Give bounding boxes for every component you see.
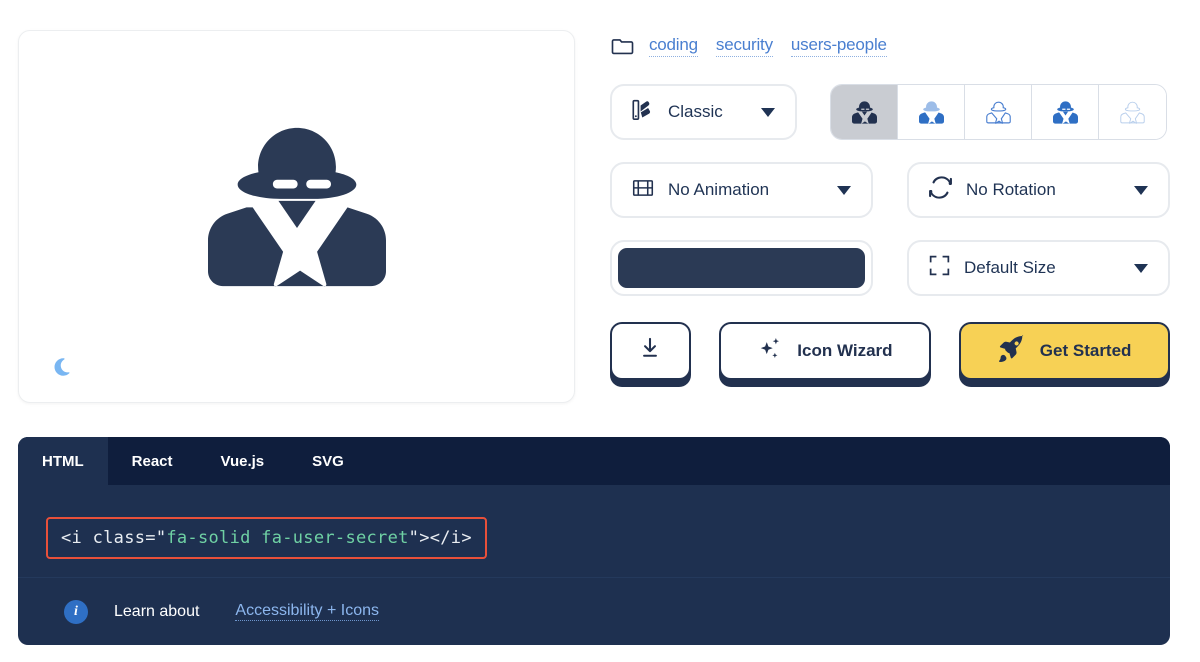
get-started-button[interactable]: Get Started <box>959 322 1170 380</box>
size-dropdown[interactable]: Default Size <box>907 240 1170 296</box>
palette-swatch-icon <box>632 99 654 126</box>
color-size-row: Default Size <box>610 240 1170 296</box>
chevron-down-icon <box>1134 263 1148 273</box>
action-buttons-row: Icon Wizard Get Started <box>610 322 1170 380</box>
theme-toggle-moon-icon[interactable] <box>49 354 75 380</box>
icon-wizard-label: Icon Wizard <box>797 341 893 360</box>
animation-dropdown[interactable]: No Animation <box>610 162 873 218</box>
code-snippet[interactable]: <i class="fa-solid fa-user-secret"></i> <box>46 517 487 559</box>
rotate-icon <box>929 176 952 204</box>
folder-icon <box>610 36 635 57</box>
breadcrumb-link-users-people[interactable]: users-people <box>790 35 887 57</box>
rotation-dropdown[interactable]: No Rotation <box>907 162 1170 218</box>
preview-icon-container <box>19 31 574 402</box>
tab-html[interactable]: HTML <box>18 437 108 485</box>
tab-svg[interactable]: SVG <box>288 437 368 485</box>
tab-react[interactable]: React <box>108 437 197 485</box>
download-icon <box>638 337 662 366</box>
variant-thin-outline[interactable] <box>965 85 1032 139</box>
style-variant-strip <box>830 84 1167 140</box>
code-panel: HTML React Vue.js SVG <i class="fa-solid… <box>18 437 1170 645</box>
rotation-dropdown-value: No Rotation <box>966 180 1056 199</box>
size-dropdown-value: Default Size <box>964 258 1056 277</box>
breadcrumb-links: coding security users-people <box>649 35 887 57</box>
user-secret-icon <box>207 127 386 286</box>
expand-icon <box>929 255 950 281</box>
breadcrumb-link-coding[interactable]: coding <box>649 35 698 57</box>
style-row: Classic <box>610 84 1170 140</box>
film-icon <box>632 177 654 204</box>
color-swatch <box>618 248 865 288</box>
code-prefix: <i class=" <box>61 528 167 548</box>
style-dropdown[interactable]: Classic <box>610 84 797 140</box>
animation-dropdown-value: No Animation <box>668 180 770 199</box>
code-tabs: HTML React Vue.js SVG <box>18 437 1170 485</box>
code-class-value: fa-solid fa-user-secret <box>166 528 409 548</box>
learn-about-label: Learn about <box>114 602 200 620</box>
variant-classic-solid[interactable] <box>831 85 898 139</box>
animation-rotation-row: No Animation No Rotation <box>610 162 1170 218</box>
breadcrumb: coding security users-people <box>610 28 1170 64</box>
chevron-down-icon <box>1134 185 1148 195</box>
sparkles-icon <box>757 336 783 367</box>
rocket-icon <box>998 333 1026 368</box>
get-started-label: Get Started <box>1039 341 1132 360</box>
download-button[interactable] <box>610 322 691 380</box>
accessibility-icons-link[interactable]: Accessibility + Icons <box>235 602 380 621</box>
variant-light-outline[interactable] <box>1099 85 1166 139</box>
icon-wizard-button[interactable]: Icon Wizard <box>718 322 932 380</box>
icon-preview-card <box>18 30 575 403</box>
chevron-down-icon <box>761 107 775 117</box>
code-footer: i Learn about Accessibility + Icons <box>18 577 1170 645</box>
moon-icon <box>54 358 70 376</box>
info-icon: i <box>64 599 88 624</box>
tab-vuejs[interactable]: Vue.js <box>197 437 289 485</box>
color-picker[interactable] <box>610 240 873 296</box>
code-body: <i class="fa-solid fa-user-secret"></i> <box>18 485 1170 559</box>
code-suffix: "></i> <box>408 528 472 548</box>
chevron-down-icon <box>837 185 851 195</box>
breadcrumb-link-security[interactable]: security <box>715 35 773 57</box>
controls-panel: coding security users-people Classic No … <box>610 28 1170 380</box>
style-dropdown-value: Classic <box>668 102 723 121</box>
variant-duotone[interactable] <box>898 85 965 139</box>
variant-solid-blue[interactable] <box>1032 85 1099 139</box>
